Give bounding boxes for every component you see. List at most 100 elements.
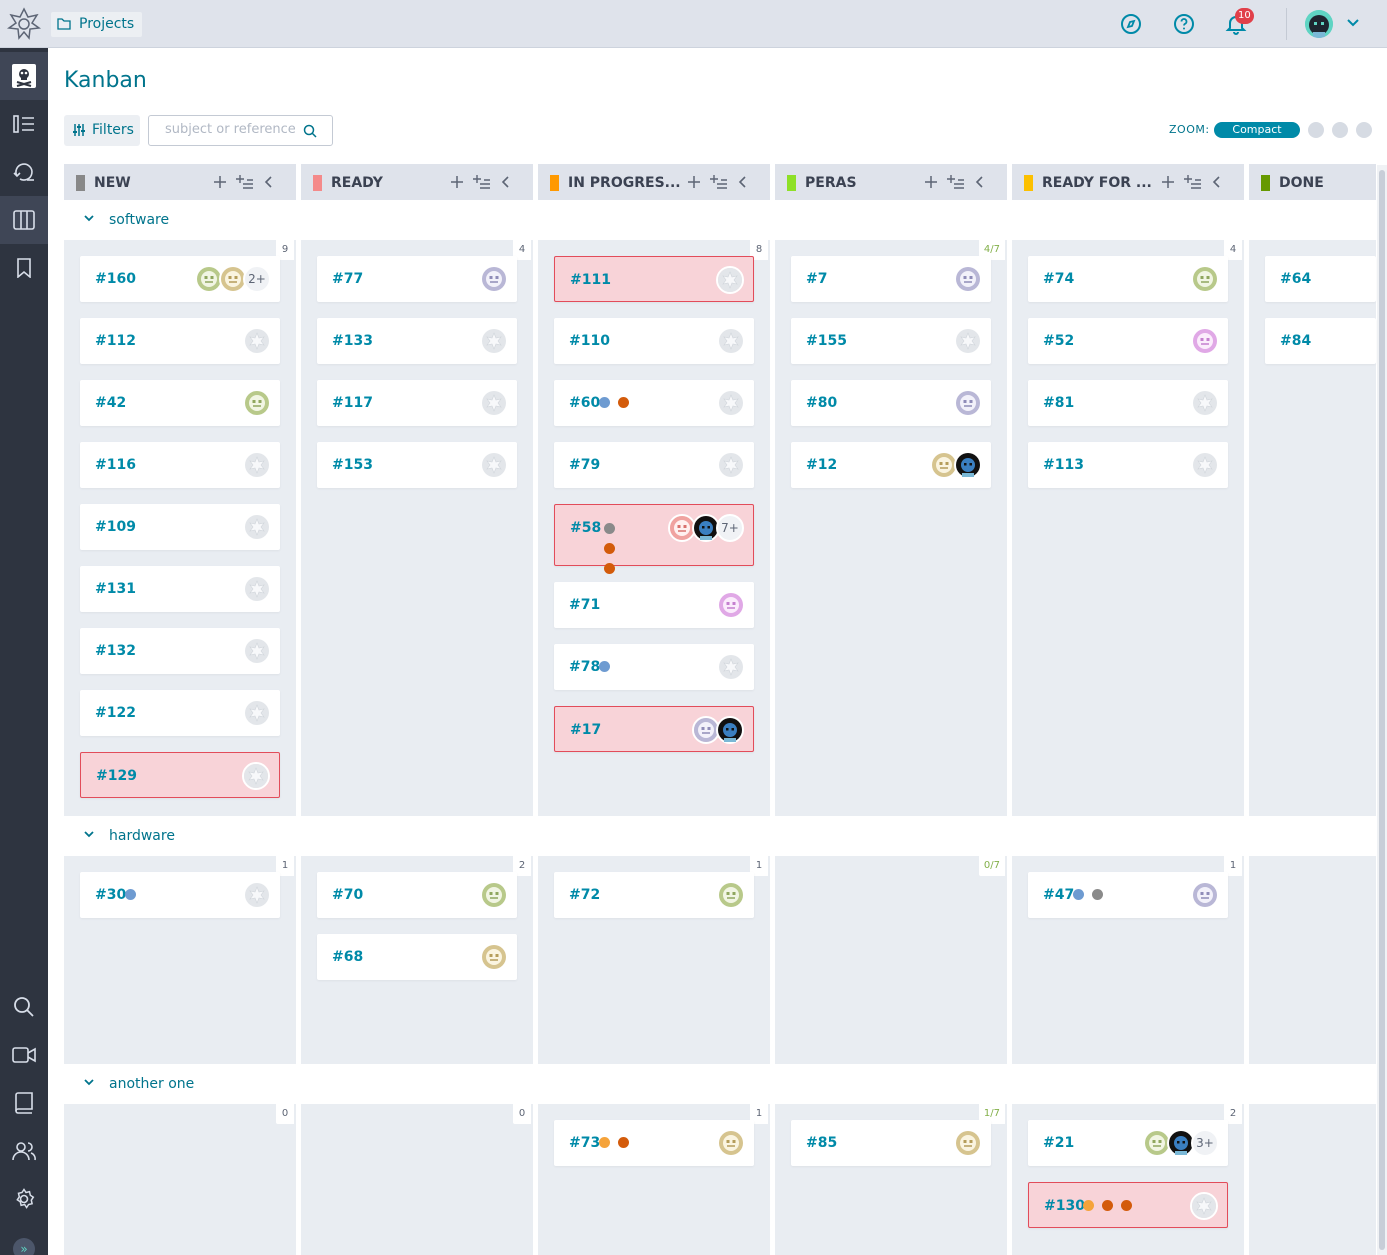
add-card-icon[interactable]: [686, 174, 702, 190]
zoom-compact-option[interactable]: Compact: [1214, 122, 1300, 138]
card-reference[interactable]: #80: [806, 395, 837, 411]
assignee-avatar[interactable]: [954, 389, 982, 417]
card-reference[interactable]: #113: [1043, 457, 1084, 473]
sidebar-item-epics[interactable]: [0, 148, 48, 196]
card-reference[interactable]: #68: [332, 949, 363, 965]
card-reference[interactable]: #132: [95, 643, 136, 659]
assignee-avatar[interactable]: [1191, 327, 1219, 355]
card-reference[interactable]: #81: [1043, 395, 1074, 411]
card-reference[interactable]: #111: [570, 272, 611, 288]
card-blocked[interactable]: #17: [554, 706, 754, 752]
zoom-option[interactable]: [1356, 122, 1372, 138]
card[interactable]: #122: [80, 690, 280, 736]
bulk-add-icon[interactable]: [236, 174, 254, 190]
assignee-avatar[interactable]: [480, 327, 508, 355]
card[interactable]: #64: [1265, 256, 1376, 302]
sidebar-item-backlog[interactable]: [0, 100, 48, 148]
card-reference[interactable]: #133: [332, 333, 373, 349]
card-reference[interactable]: #112: [95, 333, 136, 349]
card[interactable]: #113: [1028, 442, 1228, 488]
assignee-avatar[interactable]: [243, 389, 271, 417]
card-reference[interactable]: #155: [806, 333, 847, 349]
card-reference[interactable]: #17: [570, 722, 601, 738]
card[interactable]: #12: [791, 442, 991, 488]
card[interactable]: #117: [317, 380, 517, 426]
add-card-icon[interactable]: [923, 174, 939, 190]
assignee-avatar[interactable]: [716, 266, 744, 294]
assignee-avatar[interactable]: [480, 451, 508, 479]
assignee-avatar[interactable]: [1191, 389, 1219, 417]
bulk-add-icon[interactable]: [947, 174, 965, 190]
collapse-column-icon[interactable]: [973, 174, 987, 190]
bulk-add-icon[interactable]: [710, 174, 728, 190]
chevron-down-icon[interactable]: [1346, 18, 1360, 28]
card-reference[interactable]: #60: [569, 395, 600, 411]
card[interactable]: #70: [317, 872, 517, 918]
card-reference[interactable]: #109: [95, 519, 136, 535]
card[interactable]: #72: [554, 872, 754, 918]
card[interactable]: #73: [554, 1120, 754, 1166]
assignee-avatar[interactable]: [243, 881, 271, 909]
card-reference[interactable]: #78: [569, 659, 600, 675]
collapse-column-icon[interactable]: [736, 174, 750, 190]
card-reference[interactable]: #12: [806, 457, 837, 473]
sidebar-item-wiki[interactable]: [0, 1079, 48, 1127]
card[interactable]: #79: [554, 442, 754, 488]
assignee-avatar[interactable]: [242, 762, 270, 790]
collapse-column-icon[interactable]: [262, 174, 276, 190]
assignee-avatar[interactable]: [243, 699, 271, 727]
sidebar-item-search[interactable]: [0, 983, 48, 1031]
sidebar-item-team[interactable]: [0, 1127, 48, 1175]
swimlane-header[interactable]: software: [64, 200, 1376, 240]
assignee-avatar[interactable]: [243, 575, 271, 603]
chevron-down-icon[interactable]: [83, 1078, 95, 1088]
chevron-down-icon[interactable]: [83, 830, 95, 840]
assignee-avatar[interactable]: [717, 653, 745, 681]
assignee-avatar[interactable]: [243, 451, 271, 479]
assignee-avatar[interactable]: [1191, 265, 1219, 293]
card-reference[interactable]: #73: [569, 1135, 600, 1151]
card-reference[interactable]: #47: [1043, 887, 1074, 903]
assignee-avatar[interactable]: [243, 513, 271, 541]
card-reference[interactable]: #7: [806, 271, 827, 287]
add-card-icon[interactable]: [449, 174, 465, 190]
assignee-avatar[interactable]: [717, 389, 745, 417]
card-reference[interactable]: #85: [806, 1135, 837, 1151]
filters-button[interactable]: Filters: [64, 115, 140, 146]
card-reference[interactable]: #122: [95, 705, 136, 721]
card-reference[interactable]: #30: [95, 887, 126, 903]
assignee-avatar[interactable]: [480, 265, 508, 293]
add-card-icon[interactable]: [1160, 174, 1176, 190]
card[interactable]: #77: [317, 256, 517, 302]
swimlane-header[interactable]: hardware: [64, 816, 1376, 856]
card[interactable]: #81: [1028, 380, 1228, 426]
collapse-column-icon[interactable]: [1210, 174, 1224, 190]
assignee-avatar[interactable]: [717, 451, 745, 479]
assignee-avatar[interactable]: [954, 451, 982, 479]
card[interactable]: #42: [80, 380, 280, 426]
card[interactable]: #30: [80, 872, 280, 918]
card[interactable]: #116: [80, 442, 280, 488]
assignee-avatar[interactable]: [1191, 451, 1219, 479]
swimlane-header[interactable]: another one: [64, 1064, 1376, 1104]
card[interactable]: #60: [554, 380, 754, 426]
assignee-avatar[interactable]: [1191, 881, 1219, 909]
assignee-avatar[interactable]: [480, 389, 508, 417]
card[interactable]: #68: [317, 934, 517, 980]
collapse-column-icon[interactable]: [499, 174, 513, 190]
assignee-avatar[interactable]: [954, 265, 982, 293]
more-assignees-badge[interactable]: 3+: [1191, 1129, 1219, 1157]
card[interactable]: #21 3+: [1028, 1120, 1228, 1166]
sidebar-item-bookmark[interactable]: [0, 244, 48, 292]
card[interactable]: #112: [80, 318, 280, 364]
card[interactable]: #47: [1028, 872, 1228, 918]
assignee-avatar[interactable]: [954, 1129, 982, 1157]
card-reference[interactable]: #116: [95, 457, 136, 473]
add-card-icon[interactable]: [212, 174, 228, 190]
assignee-avatar[interactable]: [954, 327, 982, 355]
help-icon[interactable]: [1172, 12, 1196, 36]
card[interactable]: #74: [1028, 256, 1228, 302]
sidebar-item-project[interactable]: [0, 52, 48, 100]
scrollbar-thumb[interactable]: [1379, 170, 1385, 1250]
compass-icon[interactable]: [1119, 12, 1143, 36]
